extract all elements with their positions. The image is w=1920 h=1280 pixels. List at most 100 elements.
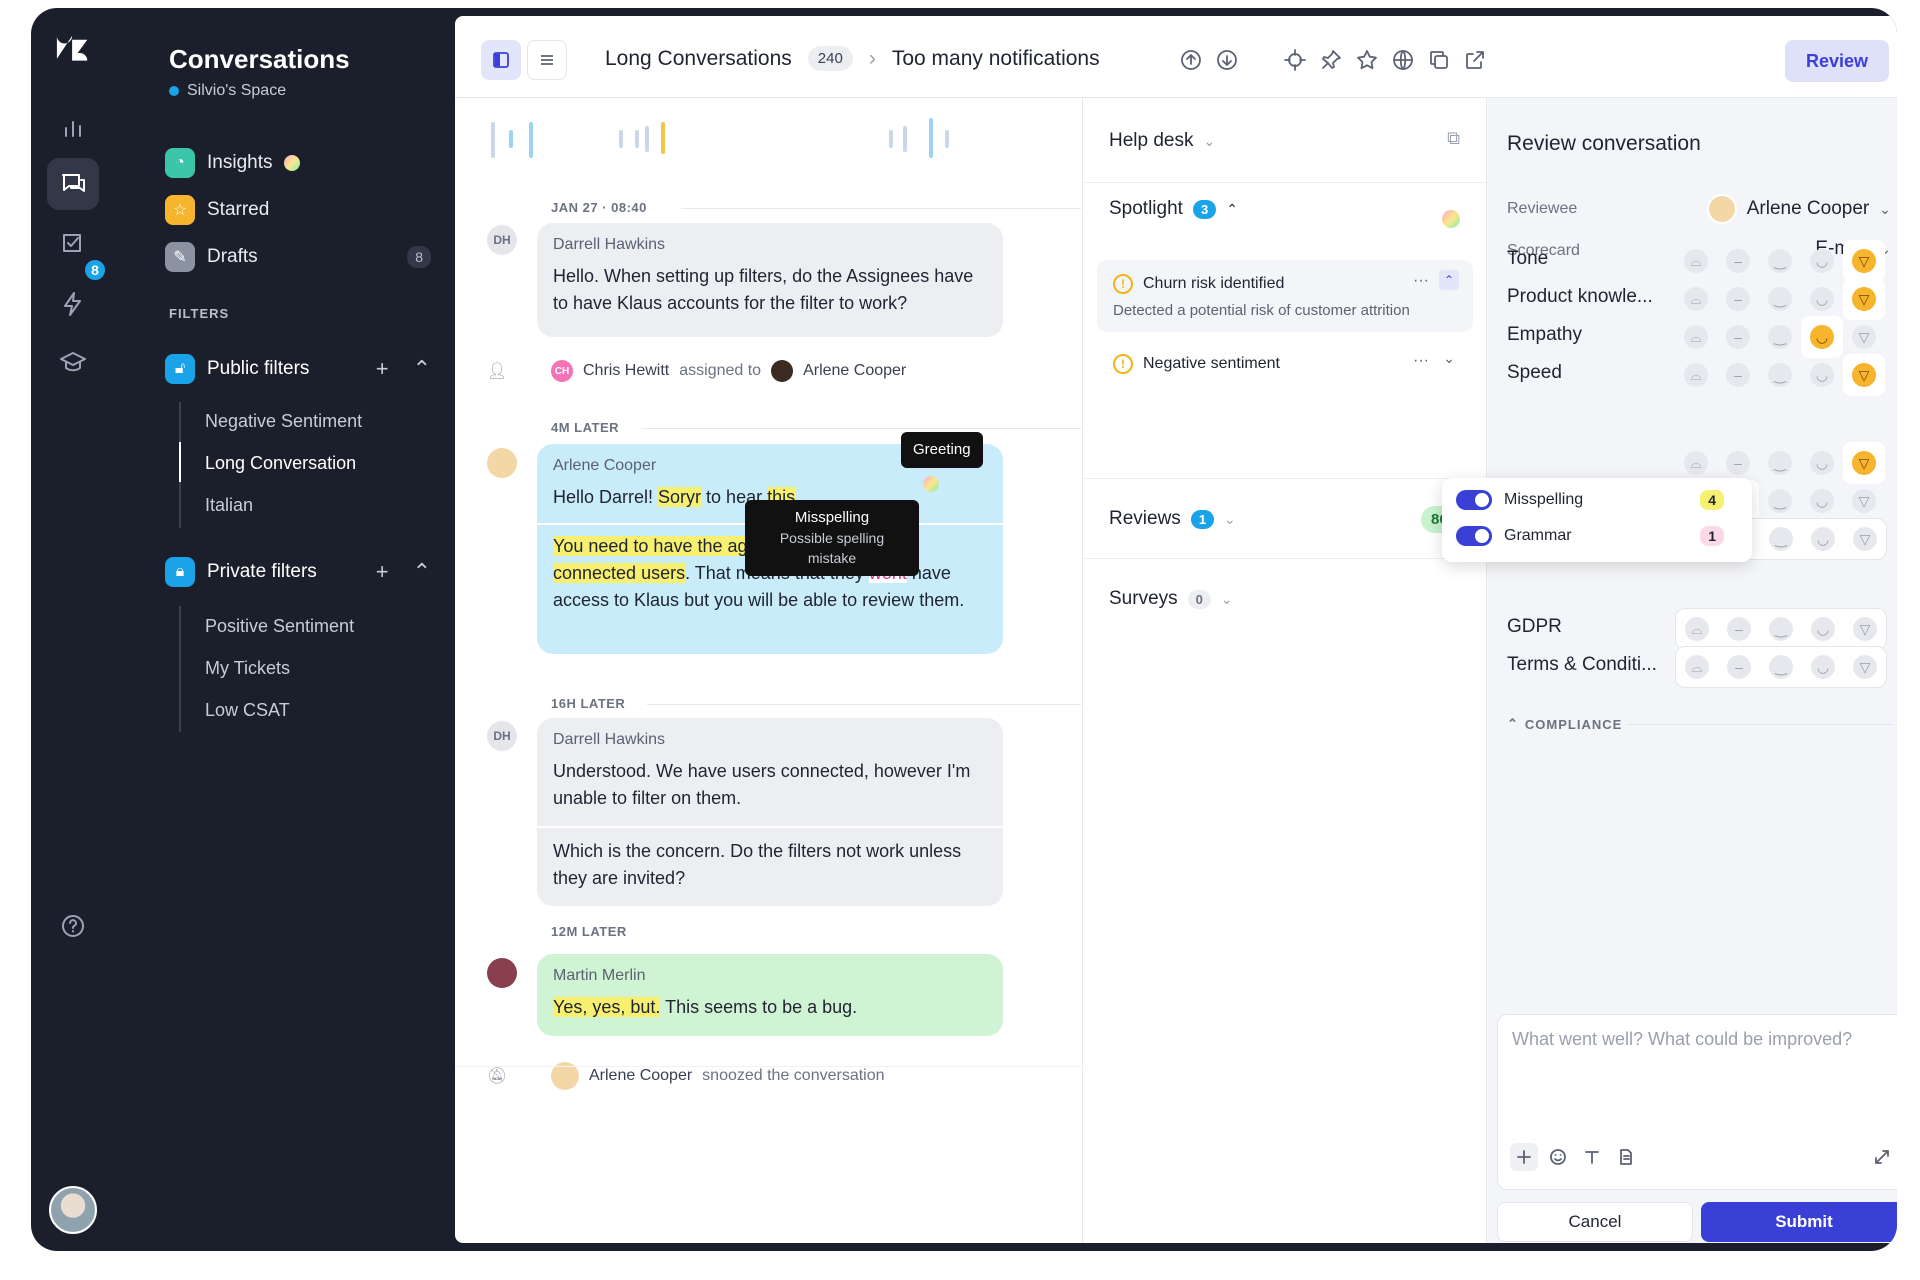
- pin-icon[interactable]: [1319, 48, 1343, 72]
- filter-low-csat[interactable]: Low CSAT: [205, 700, 290, 721]
- sidebar-item-starred[interactable]: ☆ Starred: [165, 193, 431, 227]
- rating-face-3-icon[interactable]: ‿: [1759, 442, 1801, 484]
- rating-face-1-icon[interactable]: ⌓: [1675, 316, 1717, 358]
- sidebar-item-insights[interactable]: ◔ Insights: [165, 146, 431, 180]
- automation-icon[interactable]: [47, 278, 99, 330]
- conversations-icon[interactable]: [47, 158, 99, 210]
- rating-face-3-icon[interactable]: ‿: [1759, 316, 1801, 358]
- rating-face-5-icon[interactable]: ▽: [1843, 354, 1885, 396]
- rating-face-5-icon[interactable]: ▽: [1844, 518, 1886, 560]
- document-icon[interactable]: [1612, 1143, 1640, 1171]
- filter-long-conversation[interactable]: Long Conversation: [205, 453, 356, 474]
- rating-face-3-icon[interactable]: ‿: [1760, 646, 1802, 688]
- analytics-icon[interactable]: [47, 103, 99, 155]
- misspelling-toggle[interactable]: [1456, 490, 1492, 510]
- rating-face-4-icon[interactable]: ◡: [1802, 608, 1844, 650]
- highlight[interactable]: Yes, yes, but.: [553, 997, 661, 1017]
- rating-face-2-icon[interactable]: –: [1717, 354, 1759, 396]
- rating-face-3-icon[interactable]: ‿: [1759, 240, 1801, 282]
- crosshair-icon[interactable]: [1283, 48, 1307, 72]
- sidebar-item-drafts[interactable]: ✎ Drafts 8: [165, 240, 431, 274]
- negative-sentiment-card[interactable]: ! Negative sentiment ··· ⌄: [1097, 340, 1473, 390]
- greeting-marker-icon[interactable]: [923, 476, 939, 492]
- reviews-header[interactable]: Reviews 1 ⌄: [1109, 508, 1236, 530]
- timeline-scrubber[interactable]: [485, 118, 1045, 162]
- rating-face-3-icon[interactable]: ‿: [1759, 354, 1801, 396]
- add-icon[interactable]: [1510, 1143, 1538, 1171]
- emoji-icon[interactable]: [1544, 1143, 1572, 1171]
- previous-icon[interactable]: [1179, 48, 1203, 72]
- copy-icon[interactable]: [1427, 48, 1451, 72]
- review-button[interactable]: Review: [1785, 40, 1889, 82]
- submit-button[interactable]: Submit: [1701, 1202, 1897, 1242]
- rating-face-4-icon[interactable]: ◡: [1801, 240, 1843, 282]
- chevron-up-icon[interactable]: ⌃: [1439, 270, 1459, 290]
- public-filters-group[interactable]: 🔓︎ Public filters + ⌃: [165, 351, 431, 387]
- grammar-toggle-row[interactable]: Grammar 1: [1456, 526, 1738, 546]
- highlight[interactable]: connected users: [553, 563, 686, 583]
- comment-input[interactable]: What went well? What could be improved?: [1512, 1029, 1852, 1050]
- helpdesk-header[interactable]: Help desk ⌄: [1109, 130, 1215, 152]
- learning-icon[interactable]: [47, 336, 99, 388]
- grammar-toggle[interactable]: [1456, 526, 1492, 546]
- rating-face-5-icon[interactable]: ▽: [1844, 608, 1886, 650]
- next-icon[interactable]: [1215, 48, 1239, 72]
- globe-icon[interactable]: [1391, 48, 1415, 72]
- panel-toggle-icon[interactable]: [481, 40, 521, 80]
- rating-face-3-icon[interactable]: ‿: [1760, 518, 1802, 560]
- rating-face-2-icon[interactable]: –: [1717, 240, 1759, 282]
- surveys-header[interactable]: Surveys 0 ⌄: [1109, 588, 1233, 610]
- rating-face-4-icon[interactable]: ◡: [1801, 480, 1843, 522]
- chevron-up-icon[interactable]: ⌃: [413, 356, 431, 382]
- rating-face-3-icon[interactable]: ‿: [1759, 480, 1801, 522]
- more-icon[interactable]: ···: [1413, 352, 1429, 370]
- breadcrumb-parent[interactable]: Long Conversations: [605, 47, 792, 71]
- workspace-name[interactable]: Silvio's Space: [169, 82, 286, 100]
- more-icon[interactable]: ···: [1413, 272, 1429, 290]
- rating-face-5-icon[interactable]: ▽: [1843, 240, 1885, 282]
- rating-face-4-icon[interactable]: ◡: [1802, 518, 1844, 560]
- message-bubble[interactable]: Martin Merlin Yes, yes, but. This seems …: [537, 954, 1003, 1036]
- filter-negative-sentiment[interactable]: Negative Sentiment: [205, 411, 362, 432]
- rating-face-1-icon[interactable]: ⌓: [1675, 240, 1717, 282]
- rating-face-4-icon[interactable]: ◡: [1801, 354, 1843, 396]
- comment-box[interactable]: What went well? What could be improved?: [1497, 1014, 1897, 1190]
- rating-face-4-icon[interactable]: ◡: [1802, 646, 1844, 688]
- message-bubble[interactable]: Darrell Hawkins Hello. When setting up f…: [537, 223, 1003, 337]
- expand-icon[interactable]: [1868, 1143, 1896, 1171]
- rating-face-1-icon[interactable]: ⌓: [1676, 608, 1718, 650]
- rating-face-2-icon[interactable]: –: [1717, 278, 1759, 320]
- add-filter-icon[interactable]: +: [376, 559, 389, 585]
- cancel-button[interactable]: Cancel: [1497, 1202, 1693, 1242]
- rating-face-5-icon[interactable]: ▽: [1843, 480, 1885, 522]
- help-icon[interactable]: [47, 900, 99, 952]
- reviewee-select[interactable]: Arlene Cooper ⌄: [1706, 194, 1891, 224]
- list-icon[interactable]: [527, 40, 567, 80]
- filter-positive-sentiment[interactable]: Positive Sentiment: [205, 616, 354, 637]
- external-link-icon[interactable]: [1463, 48, 1487, 72]
- rating-face-4-icon[interactable]: ◡: [1801, 278, 1843, 320]
- filter-my-tickets[interactable]: My Tickets: [205, 658, 290, 679]
- churn-risk-card[interactable]: ! Churn risk identified Detected a potent…: [1097, 260, 1473, 332]
- misspelling-toggle-row[interactable]: Misspelling 4: [1456, 490, 1738, 510]
- rating-face-5-icon[interactable]: ▽: [1843, 442, 1885, 484]
- rating-face-4-icon[interactable]: ◡: [1801, 442, 1843, 484]
- rating-face-1-icon[interactable]: ⌓: [1675, 354, 1717, 396]
- add-filter-icon[interactable]: +: [376, 356, 389, 382]
- rating-face-3-icon[interactable]: ‿: [1760, 608, 1802, 650]
- message-bubble[interactable]: Darrell Hawkins Understood. We have user…: [537, 718, 1003, 906]
- star-icon[interactable]: [1355, 48, 1379, 72]
- rating-face-5-icon[interactable]: ▽: [1843, 278, 1885, 320]
- highlight[interactable]: Soryr: [658, 487, 702, 507]
- rating-face-1-icon[interactable]: ⌓: [1676, 646, 1718, 688]
- rating-face-4-icon[interactable]: ◡: [1801, 316, 1843, 358]
- rating-face-5-icon[interactable]: ▽: [1843, 316, 1885, 358]
- text-format-icon[interactable]: [1578, 1143, 1606, 1171]
- external-link-icon[interactable]: ⧉: [1447, 128, 1460, 149]
- rating-face-2-icon[interactable]: –: [1718, 646, 1760, 688]
- private-filters-group[interactable]: 🔒︎ Private filters + ⌃: [165, 554, 431, 590]
- rating-face-2-icon[interactable]: –: [1718, 608, 1760, 650]
- rating-face-5-icon[interactable]: ▽: [1844, 646, 1886, 688]
- compliance-heading[interactable]: ⌃ COMPLIANCE: [1507, 716, 1622, 732]
- rating-face-1-icon[interactable]: ⌓: [1675, 278, 1717, 320]
